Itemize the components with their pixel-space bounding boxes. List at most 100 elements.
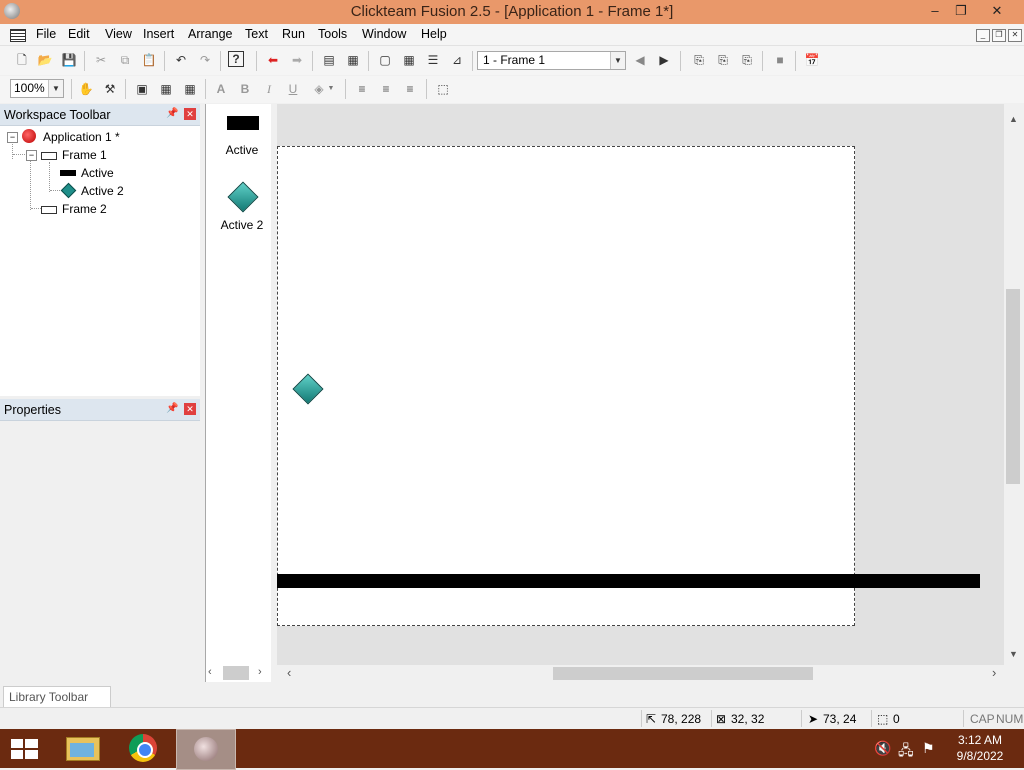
frame-area[interactable] [277,146,855,626]
hand-icon[interactable]: ✋ [77,80,95,98]
menu-insert[interactable]: Insert [143,27,174,41]
snap-grid-icon[interactable]: ▦ [157,80,175,98]
run-application-icon[interactable]: ⎘ [690,51,708,69]
grid-setup-icon[interactable]: ▦ [181,80,199,98]
new-file-icon[interactable]: 🗋 [13,51,31,69]
restore-button[interactable]: ❐ [946,0,976,22]
frame-select[interactable]: 1 - Frame 1 ▼ [477,51,626,70]
align-right-icon[interactable]: ≡ [401,80,419,98]
workspace-menu-icon[interactable] [10,29,26,42]
active-object-icon [60,170,76,176]
clock[interactable]: 3:12 AM 9/8/2022 [950,733,1010,763]
close-window-button[interactable]: ✕ [982,0,1012,22]
menu-window[interactable]: Window [362,27,406,41]
storyboard-editor-icon[interactable]: ▤ [320,51,338,69]
event-editor-icon[interactable]: ▦ [400,51,418,69]
scroll-right-icon[interactable]: › [992,665,996,680]
tree-item-active2[interactable]: Active 2 [81,184,124,198]
collapse-app-icon[interactable]: − [7,132,18,143]
shelf-scroll-left-icon[interactable]: ‹ [208,666,212,678]
size-icon: ⊠ [716,712,727,726]
resize-frame-icon[interactable]: ⬚ [434,80,452,98]
menu-run[interactable]: Run [282,27,305,41]
status-position: 78, 228 [661,712,702,726]
list-editor-icon[interactable]: ☰ [424,51,442,69]
tree-item-active[interactable]: Active [81,166,114,180]
close-panel-button[interactable]: ✕ [184,403,196,415]
run-frame-icon[interactable]: ⎘ [714,51,732,69]
network-icon[interactable]: 🖧 [898,740,914,764]
zoom-select[interactable]: 100% ▼ [10,79,64,98]
fill-dropdown-icon[interactable]: ▼ [326,80,336,98]
horizontal-scroll-thumb[interactable] [553,667,813,680]
vertical-scroll-thumb[interactable] [1006,289,1020,484]
mdi-close-button[interactable]: ✕ [1008,29,1022,42]
copy-icon[interactable]: ⧉ [116,51,134,69]
paste-icon[interactable]: 📋 [140,51,158,69]
scroll-down-icon[interactable]: ▼ [1009,649,1018,659]
previous-frame-icon[interactable]: ◀ [631,51,649,69]
cut-icon[interactable]: ✂ [92,51,110,69]
undo-icon[interactable]: ↶ [172,51,190,69]
picture-editor-icon[interactable]: ⊿ [448,51,466,69]
scroll-left-icon[interactable]: ‹ [287,665,291,680]
next-frame-icon[interactable]: ▶ [655,51,673,69]
frame-editor-canvas[interactable] [277,104,1004,665]
pin-icon[interactable]: 📌 [166,403,178,415]
standard-toolbar: 🗋 📂 💾 ✂ ⧉ 📋 ↶ ↷ ? ⬅ ➡ ▤ ▦ ▢ ▦ ☰ ⊿ 1 - Fr… [0,46,1024,75]
shelf-scroll-right-icon[interactable]: › [258,666,262,678]
align-center-icon[interactable]: ≡ [377,80,395,98]
menu-tools[interactable]: Tools [318,27,347,41]
bold-icon[interactable]: B [236,80,254,98]
vertical-scrollbar[interactable]: ▲ ▼ [1004,104,1022,665]
tree-item-application[interactable]: Application 1 * [43,130,120,144]
text-style-icon[interactable]: A [212,80,230,98]
menu-help[interactable]: Help [421,27,447,41]
diamond-icon[interactable] [227,181,259,213]
mdi-restore-button[interactable]: ❐ [992,29,1006,42]
back-arrow-icon[interactable]: ⬅ [264,51,282,69]
close-panel-button[interactable]: ✕ [184,108,196,120]
event-list-icon[interactable]: ▦ [344,51,362,69]
menu-text[interactable]: Text [245,27,268,41]
file-explorer-icon[interactable] [58,729,112,768]
scroll-up-icon[interactable]: ▲ [1009,114,1018,124]
collapse-frame-icon[interactable]: − [26,150,37,161]
align-left-icon[interactable]: ≡ [353,80,371,98]
open-folder-icon[interactable]: 📂 [36,51,54,69]
tree-item-frame1[interactable]: Frame 1 [62,148,107,162]
save-icon[interactable]: 💾 [60,51,78,69]
shelf-scroll-thumb[interactable] [223,666,249,680]
forward-arrow-icon[interactable]: ➡ [288,51,306,69]
stop-icon[interactable]: ■ [771,51,789,69]
tree-item-frame2[interactable]: Frame 2 [62,202,107,216]
pin-icon[interactable]: 📌 [166,108,178,120]
run-project-icon[interactable]: ⎘ [738,51,756,69]
show-grid-icon[interactable]: ▣ [133,80,151,98]
mouse-pointer-icon: ➤ [808,712,819,726]
volume-muted-icon[interactable]: 🔇 [874,740,891,757]
menu-edit[interactable]: Edit [68,27,90,41]
library-toolbar-area [0,683,1024,707]
active-object-thumbnail[interactable] [227,116,259,130]
library-toolbar-tab[interactable]: Library Toolbar [3,686,111,707]
menu-file[interactable]: File [36,27,56,41]
clickteam-fusion-taskbar-button[interactable] [176,729,236,770]
horizontal-scrollbar[interactable]: ‹ › [277,665,1004,682]
help-icon[interactable]: ? [228,51,244,67]
chrome-icon[interactable] [116,729,170,768]
mdi-minimize-button[interactable]: _ [976,29,990,42]
active-object-instance[interactable] [277,574,980,588]
underline-icon[interactable]: U [284,80,302,98]
build-icon[interactable]: 📅 [803,51,821,69]
menu-arrange[interactable]: Arrange [188,27,232,41]
menu-view[interactable]: View [105,27,132,41]
italic-icon[interactable]: I [260,80,278,98]
taskbar: 🔇 🖧 ⚑ 3:12 AM 9/8/2022 [0,729,1024,770]
redo-icon[interactable]: ↷ [196,51,214,69]
windows-start-icon[interactable] [11,739,38,759]
frame-editor-icon[interactable]: ▢ [376,51,394,69]
chevron-down-icon: ▼ [610,52,625,69]
action-center-icon[interactable]: ⚑ [922,740,935,757]
magic-wand-icon[interactable]: ⚒ [101,80,119,98]
